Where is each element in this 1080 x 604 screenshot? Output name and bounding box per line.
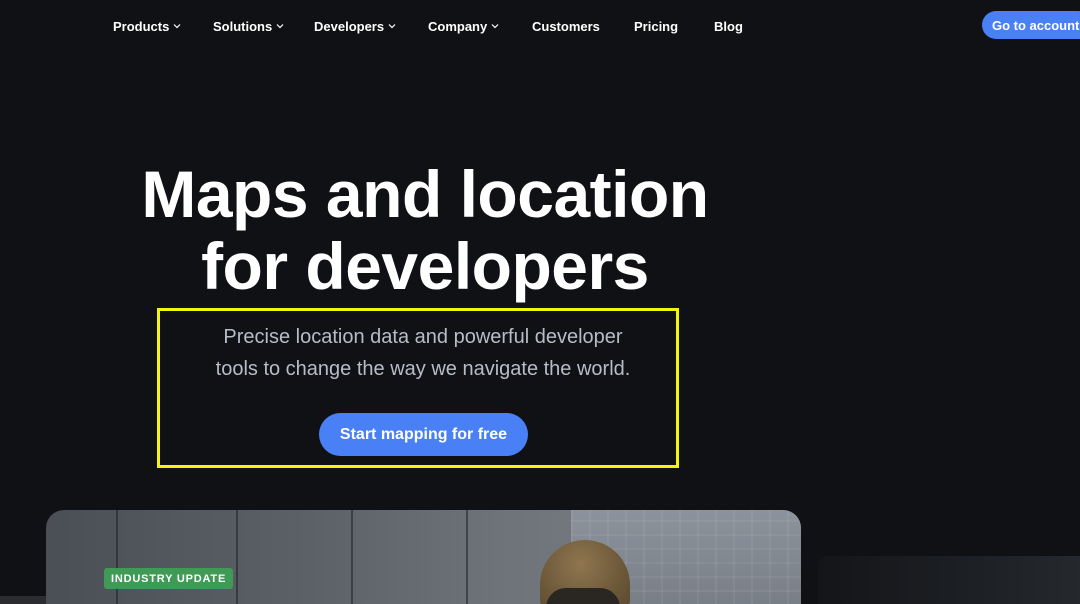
nav-item-label: Developers [314, 18, 385, 34]
hero-subtitle: Precise location data and powerful devel… [170, 321, 676, 385]
hero-title: Maps and location for developers [100, 158, 750, 302]
industry-update-badge: INDUSTRY UPDATE [104, 568, 234, 589]
start-mapping-button[interactable]: Start mapping for free [319, 413, 528, 456]
nav-item-solutions[interactable]: Solutions [213, 17, 284, 35]
feature-card[interactable] [46, 510, 801, 604]
top-nav: Products Solutions Developers Company Cu… [0, 0, 1080, 50]
nav-item-label: Pricing [634, 18, 679, 34]
hero-title-line-2: for developers [201, 229, 649, 303]
nav-item-products[interactable]: Products [113, 17, 181, 35]
nav-item-customers[interactable]: Customers [532, 17, 600, 35]
page: Products Solutions Developers Company Cu… [0, 0, 1080, 604]
nav-item-label: Solutions [213, 18, 273, 34]
side-card [818, 556, 1080, 604]
nav-item-blog[interactable]: Blog [714, 17, 743, 35]
hero-subtitle-line-2: tools to change the way we navigate the … [215, 358, 631, 380]
chevron-down-icon [276, 22, 284, 30]
hero-title-line-1: Maps and location [141, 157, 709, 231]
chevron-down-icon [388, 22, 396, 30]
nav-item-label: Company [428, 18, 488, 34]
person-hair-image [546, 588, 620, 604]
nav-item-label: Blog [714, 18, 743, 34]
nav-item-pricing[interactable]: Pricing [634, 17, 678, 35]
hero-subtitle-line-1: Precise location data and powerful devel… [223, 326, 623, 348]
chevron-down-icon [491, 22, 499, 30]
nav-item-label: Customers [532, 18, 600, 34]
left-card-edge [0, 596, 46, 604]
nav-item-developers[interactable]: Developers [314, 17, 396, 35]
nav-item-company[interactable]: Company [428, 17, 499, 35]
go-to-account-button[interactable]: Go to account [982, 11, 1080, 39]
nav-item-label: Products [113, 18, 170, 34]
chevron-down-icon [173, 22, 181, 30]
